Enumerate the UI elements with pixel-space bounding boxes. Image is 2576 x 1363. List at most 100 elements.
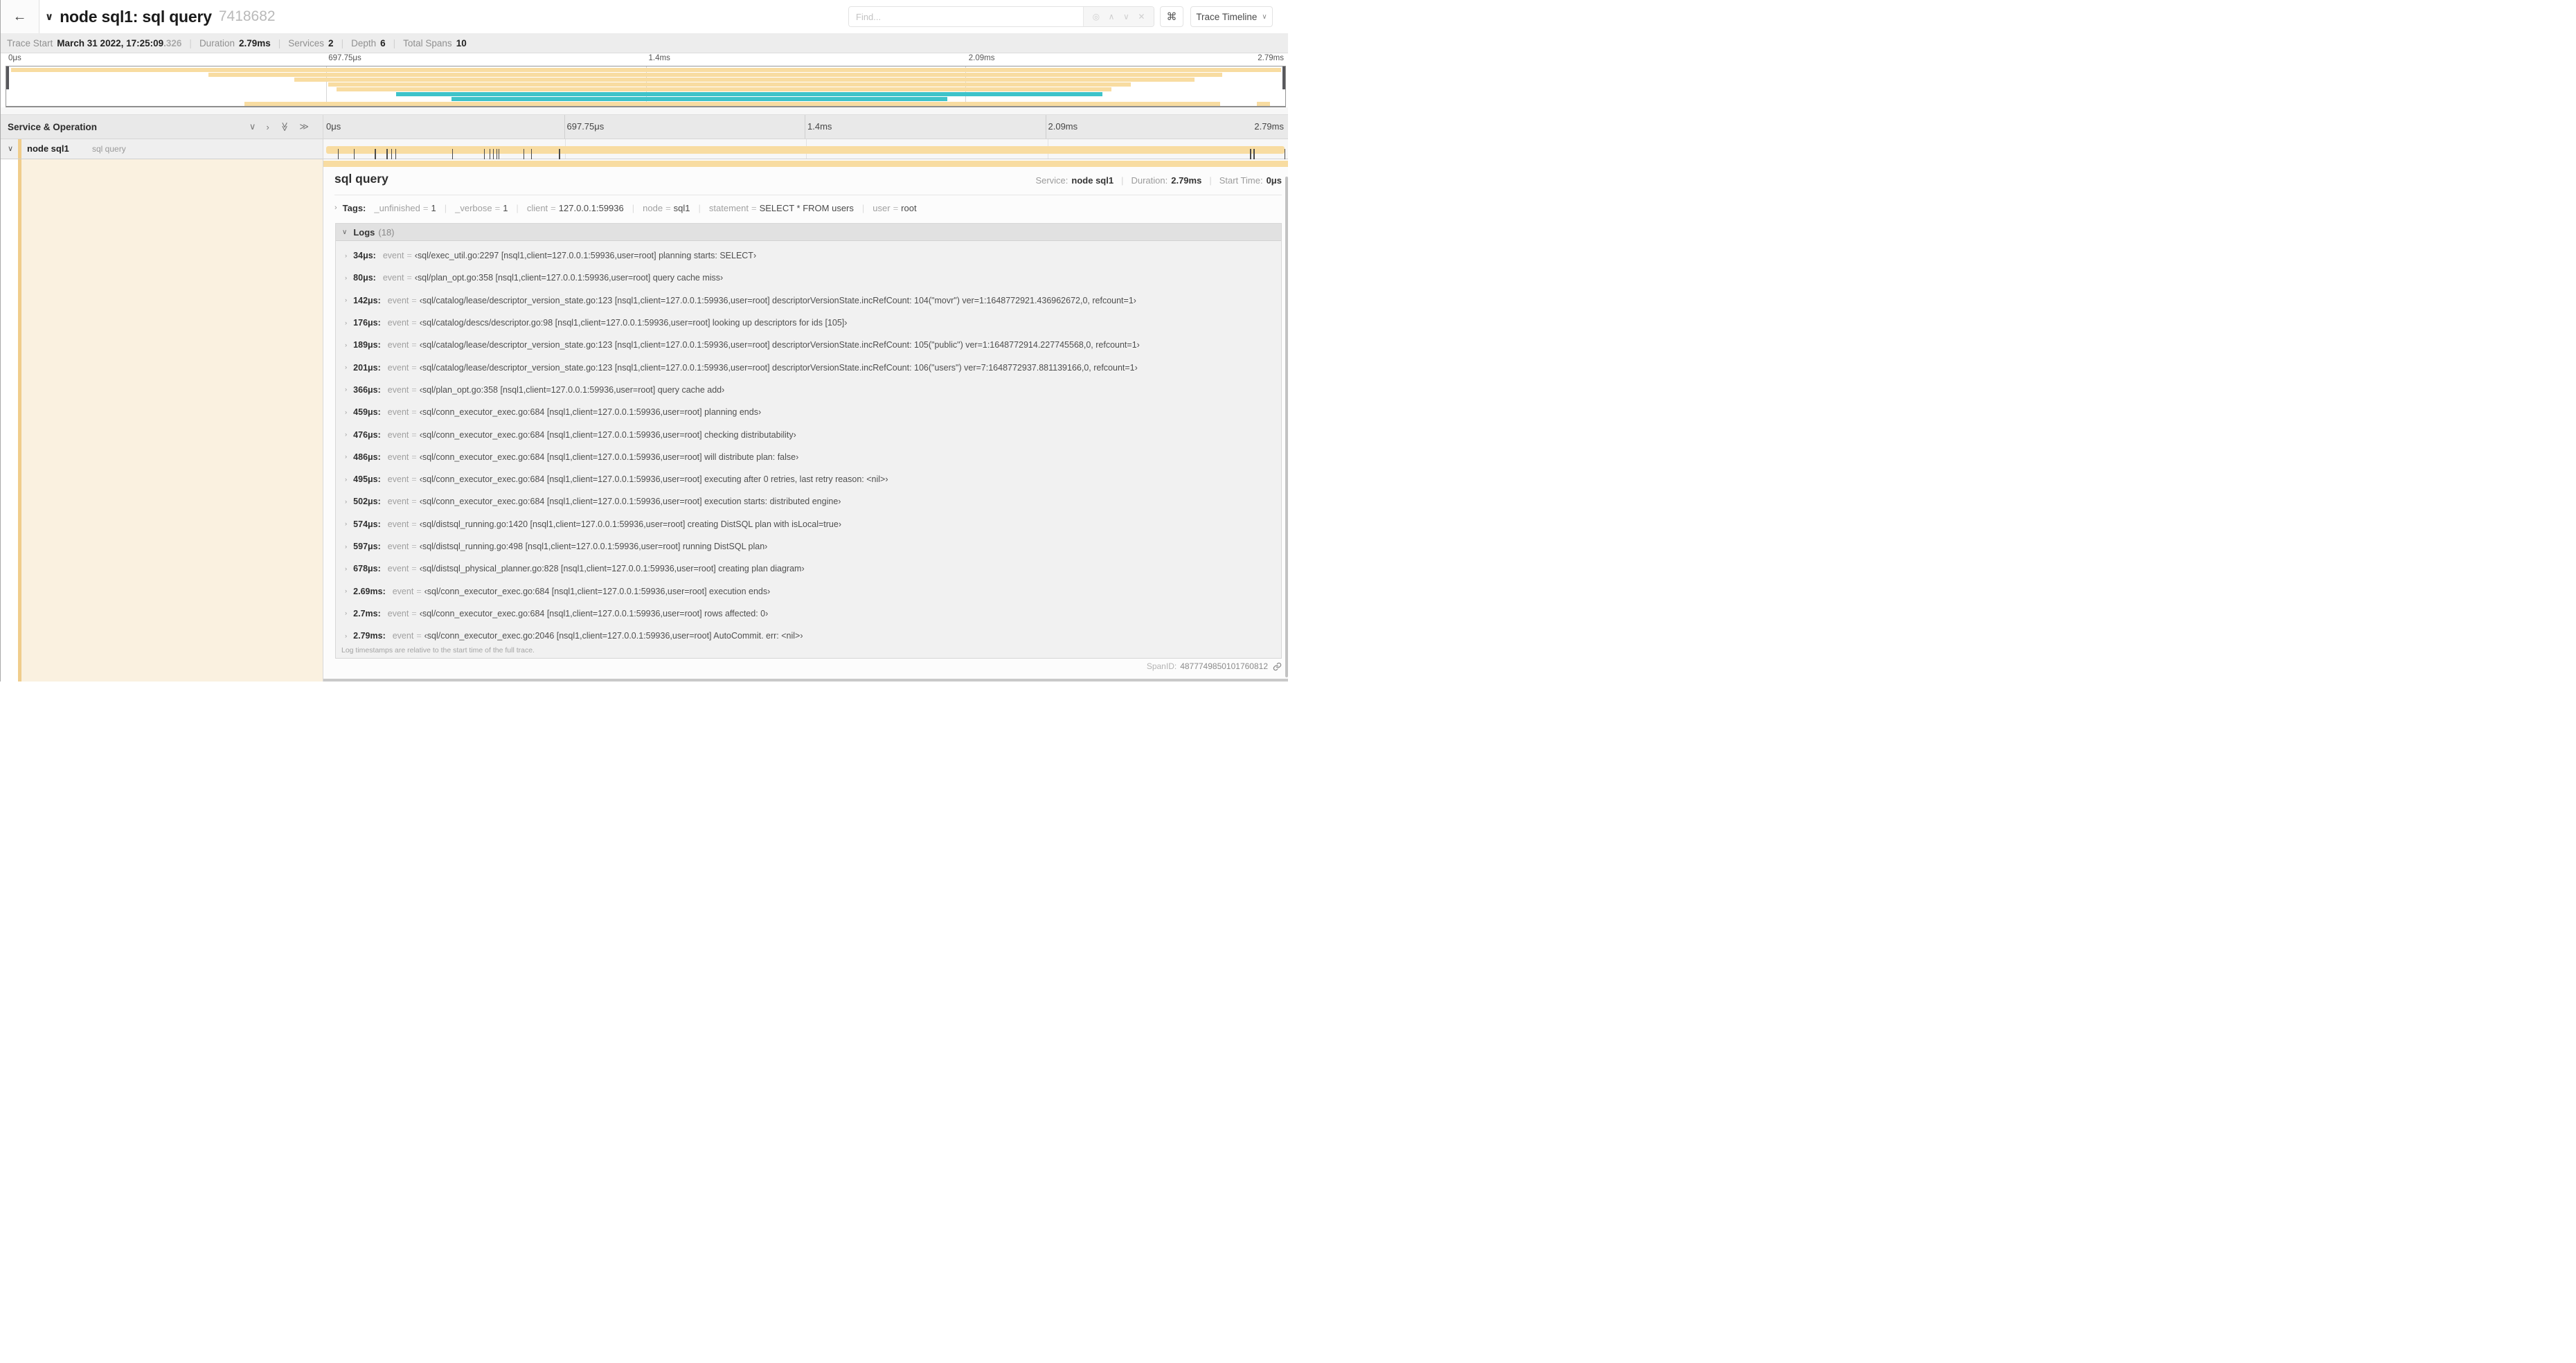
log-row[interactable]: › 502μs: event = ‹sql/conn_executor_exec.go:…	[336, 490, 1281, 513]
log-row[interactable]: › 189μs: event = ‹sql/catalog/lease/descript…	[336, 334, 1281, 356]
link-icon[interactable]	[1273, 662, 1282, 671]
log-timestamp: 597μs:	[353, 542, 381, 551]
log-event-value: ‹sql/conn_executor_exec.go:684 [nsql1,cl…	[419, 407, 762, 418]
search-input[interactable]	[849, 7, 1083, 26]
double-chevron-right-icon[interactable]: ≫	[299, 121, 309, 132]
back-button[interactable]: ←	[1, 0, 39, 33]
log-row[interactable]: › 2.7ms: event = ‹sql/conn_executor_exec.go:…	[336, 603, 1281, 625]
log-row[interactable]: › 486μs: event = ‹sql/conn_executor_exec.go:…	[336, 446, 1281, 468]
log-row[interactable]: › 34μs: event = ‹sql/exec_util.go:2297 [nsql…	[336, 244, 1281, 267]
log-event-value: ‹sql/conn_executor_exec.go:684 [nsql1,cl…	[419, 497, 841, 507]
log-event-value: ‹sql/conn_executor_exec.go:684 [nsql1,cl…	[419, 608, 769, 618]
chevron-right-icon: ›	[345, 251, 348, 260]
log-row[interactable]: › 495μs: event = ‹sql/conn_executor_exec.go:…	[336, 468, 1281, 490]
next-match-icon[interactable]: ∨	[1123, 12, 1129, 21]
log-event-value: ‹sql/conn_executor_exec.go:684 [nsql1,cl…	[424, 586, 771, 596]
log-row[interactable]: › 476μs: event = ‹sql/conn_executor_exec.go:…	[336, 423, 1281, 445]
logs-header[interactable]: ∨ Logs (18)	[336, 224, 1281, 241]
log-row[interactable]: › 459μs: event = ‹sql/conn_executor_exec.go:…	[336, 401, 1281, 423]
logs-panel: ∨ Logs (18) › 34μs: event = ‹sql/exec_util.g…	[335, 223, 1282, 659]
prev-match-icon[interactable]: ∧	[1109, 12, 1115, 21]
log-row[interactable]: › 597μs: event = ‹sql/distsql_running.go:498…	[336, 535, 1281, 558]
log-row[interactable]: › 142μs: event = ‹sql/catalog/lease/descript…	[336, 289, 1281, 312]
tag-item: node = sql1	[643, 203, 690, 213]
minimap-row	[6, 72, 1285, 77]
log-event-key: event	[392, 631, 414, 641]
span-bar[interactable]	[326, 145, 1286, 163]
equals-sign: =	[411, 429, 417, 440]
log-event-key: event	[382, 273, 404, 283]
meta-label: Services	[288, 37, 325, 48]
log-timestamp: 2.79ms:	[353, 631, 386, 641]
minimap-footer-band	[1, 107, 1288, 114]
tag-value: 1	[503, 202, 508, 213]
tag-key: node	[643, 202, 663, 213]
chevron-right-icon: ›	[345, 274, 348, 282]
equals-sign: =	[422, 202, 429, 213]
log-event-key: event	[387, 542, 409, 551]
vertical-scrollbar-thumb[interactable]	[1285, 177, 1288, 677]
minimap-span-bar	[328, 82, 1131, 87]
timeline-tick-label: 2.09ms	[968, 54, 995, 62]
log-event-key: event	[392, 586, 414, 596]
detail-meta-label: Duration:	[1131, 175, 1168, 186]
chevron-right-icon[interactable]: ›	[266, 122, 269, 132]
meta-separator: |	[189, 37, 192, 48]
chevron-right-icon: ›	[345, 609, 348, 618]
tag-separator: |	[516, 202, 519, 213]
minimap-row	[6, 77, 1285, 82]
minimap-right-handle[interactable]	[1282, 66, 1285, 89]
chevron-right-icon: ›	[334, 204, 337, 212]
log-row[interactable]: › 2.79ms: event = ‹sql/conn_executor_exec.go…	[336, 625, 1281, 647]
detail-meta-value: 2.79ms	[1171, 175, 1202, 186]
log-row[interactable]: › 366μs: event = ‹sql/plan_opt.go:358 [nsql1…	[336, 379, 1281, 401]
chevron-right-icon: ›	[345, 319, 348, 327]
clear-search-icon[interactable]: ✕	[1138, 12, 1145, 21]
tag-item: statement = SELECT * FROM users	[709, 203, 854, 213]
span-row-timeline-cell	[323, 139, 1288, 163]
timeline-tick-label: 2.09ms	[1048, 121, 1078, 132]
log-timestamp: 476μs:	[353, 429, 381, 440]
log-event-value: ‹sql/distsql_physical_planner.go:828 [ns…	[419, 564, 805, 574]
log-event-value: ‹sql/exec_util.go:2297 [nsql1,client=127…	[414, 251, 757, 261]
log-row[interactable]: › 678μs: event = ‹sql/distsql_physical_plann…	[336, 558, 1281, 580]
chevron-right-icon: ›	[345, 296, 348, 305]
log-event-key: event	[387, 497, 409, 507]
locate-icon[interactable]: ◎	[1093, 12, 1100, 21]
log-row[interactable]: › 574μs: event = ‹sql/distsql_running.go:142…	[336, 513, 1281, 535]
log-event-value: ‹sql/catalog/lease/descriptor_version_st…	[419, 362, 1138, 373]
chevron-right-icon: ›	[345, 475, 348, 483]
tag-separator: |	[698, 202, 701, 213]
span-row-name-cell[interactable]: ∨ node sql1 sql query	[1, 139, 323, 159]
equals-sign: =	[406, 273, 412, 283]
meta-separator: |	[1121, 175, 1124, 186]
equals-sign: =	[751, 202, 757, 213]
log-row[interactable]: › 201μs: event = ‹sql/catalog/lease/descript…	[336, 356, 1281, 378]
horizontal-scrollbar[interactable]	[323, 678, 1288, 682]
chevron-right-icon: ›	[345, 542, 348, 551]
meta-label: Total Spans	[403, 37, 452, 48]
view-dropdown-button[interactable]: Trace Timeline ∨	[1190, 6, 1273, 27]
tag-key: user	[873, 202, 891, 213]
log-row[interactable]: › 176μs: event = ‹sql/catalog/descs/descript…	[336, 312, 1281, 334]
minimap-canvas[interactable]	[6, 66, 1286, 107]
page-title: node sql1: sql query	[60, 7, 212, 26]
double-chevron-down-icon[interactable]: ≫	[279, 122, 290, 132]
tag-key: _unfinished	[374, 202, 420, 213]
minimap-row	[6, 82, 1285, 87]
log-row[interactable]: › 2.69ms: event = ‹sql/conn_executor_exec.go…	[336, 580, 1281, 602]
log-row[interactable]: › 80μs: event = ‹sql/plan_opt.go:358 [nsql1,…	[336, 267, 1281, 289]
log-timestamp: 189μs:	[353, 340, 381, 350]
keyboard-shortcut-button[interactable]: ⌘	[1160, 6, 1183, 27]
equals-sign: =	[411, 340, 417, 350]
log-event-key: event	[387, 295, 409, 305]
chevron-down-icon[interactable]: ∨	[45, 10, 53, 23]
minimap-left-handle[interactable]	[6, 66, 9, 89]
detail-meta-value: node sql1	[1071, 175, 1114, 186]
chevron-down-icon[interactable]: ∨	[249, 121, 256, 132]
minimap-span-bar	[1257, 102, 1270, 107]
chevron-down-icon[interactable]: ∨	[8, 144, 13, 153]
minimap-row	[6, 97, 1285, 102]
minimap-span-bar	[294, 77, 1195, 82]
tags-row[interactable]: › Tags: _unfinished = 1 | _verbose = 1 | client = 12…	[334, 199, 1282, 217]
